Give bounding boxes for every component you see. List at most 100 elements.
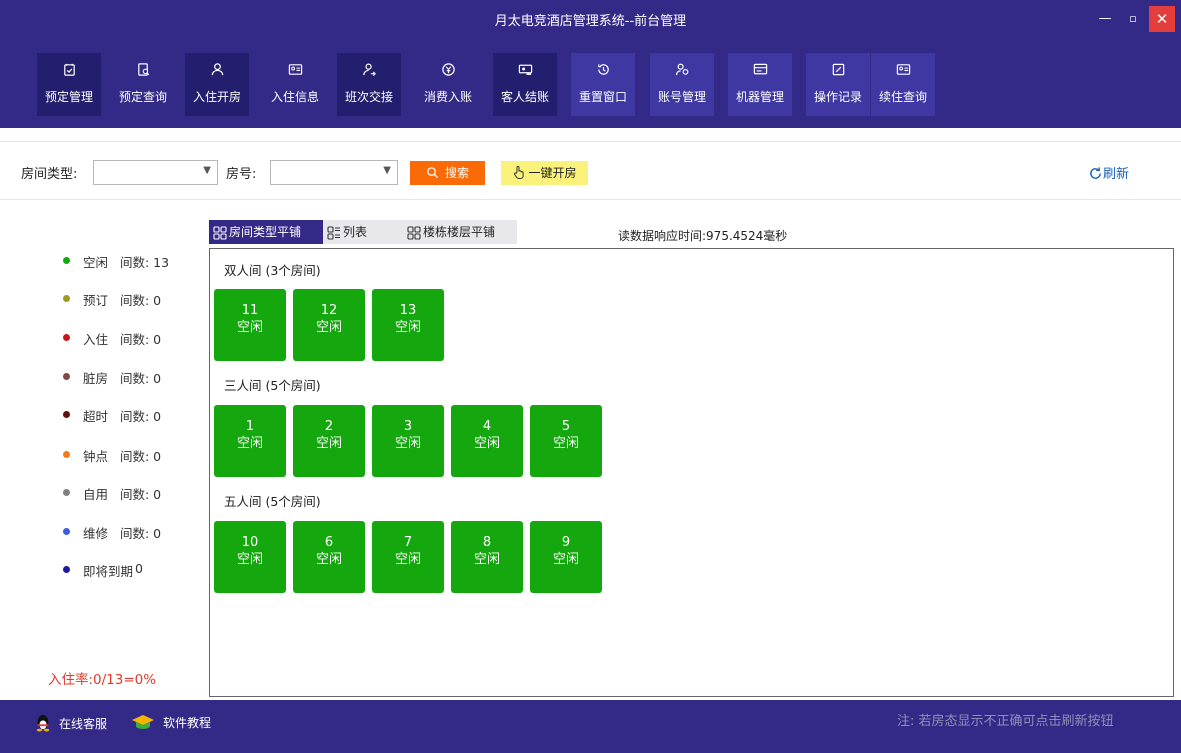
toolbar-guest-checkout-button[interactable]: 客人结账 — [493, 53, 557, 116]
tab-label: 房间类型平铺 — [229, 225, 302, 239]
users-icon — [650, 62, 714, 82]
hand-pointer-icon — [514, 166, 525, 180]
online-service-link[interactable]: 在线客服 — [35, 714, 107, 735]
status-expiring: 即将到期 0 — [55, 561, 215, 581]
toolbar-checkin-info-button[interactable]: 入住信息 — [263, 53, 327, 116]
room-tile[interactable]: 10 空闲 — [214, 521, 286, 593]
toolbar-reservation-manage-button[interactable]: 预定管理 — [37, 53, 101, 116]
calendar-check-icon — [37, 62, 101, 82]
tab-building-floor-tile[interactable]: 楼栋楼层平铺 — [397, 220, 517, 244]
person-icon — [185, 62, 249, 82]
handover-icon — [337, 62, 401, 82]
room-group-title: 五人间 (5个房间) — [224, 494, 321, 509]
status-dot — [63, 566, 70, 573]
tab-label: 楼栋楼层平铺 — [423, 225, 496, 239]
status-dot — [63, 528, 70, 535]
toolbar-operation-log-button[interactable]: 操作记录 — [806, 53, 870, 116]
room-group-title: 三人间 (5个房间) — [224, 378, 321, 393]
main-toolbar: 预定管理 预定查询 入住开房 入住信息 班次交接 消费入账 客人结账 重置窗口 … — [0, 38, 1181, 128]
id-card-icon — [263, 62, 327, 82]
graduation-cap-icon — [131, 714, 155, 733]
room-tile[interactable]: 4 空闲 — [451, 405, 523, 477]
room-type-select[interactable]: ▼ — [93, 160, 218, 185]
toolbar-label: 客人结账 — [500, 90, 549, 104]
toolbar-account-manage-button[interactable]: 账号管理 — [650, 53, 714, 116]
search-button-label: 搜索 — [444, 166, 469, 180]
toolbar-machine-manage-button[interactable]: 机器管理 — [728, 53, 792, 116]
status-dot — [63, 411, 70, 418]
qq-penguin-icon — [35, 714, 51, 735]
room-tile[interactable]: 2 空闲 — [293, 405, 365, 477]
search-doc-icon — [111, 62, 175, 82]
quick-open-room-button[interactable]: 一键开房 — [501, 161, 588, 185]
tutorial-link[interactable]: 软件教程 — [131, 714, 211, 733]
room-tile[interactable]: 13 空闲 — [372, 289, 444, 361]
status-maintenance: 维修 间数: 0 — [55, 523, 215, 543]
read-response-time: 读数据响应时间:975.4524毫秒 — [618, 229, 788, 243]
toolbar-label: 消费入账 — [423, 90, 472, 104]
status-self-use: 自用 间数: 0 — [55, 484, 215, 504]
maximize-button[interactable]: ▫ — [1120, 6, 1146, 32]
toolbar-label: 重置窗口 — [578, 90, 627, 104]
room-group-title: 双人间 (3个房间) — [224, 263, 321, 278]
toolbar-reset-window-button[interactable]: 重置窗口 — [571, 53, 635, 116]
tab-label: 列表 — [343, 225, 368, 239]
status-occupied: 入住 间数: 0 — [55, 329, 215, 349]
monitor-icon — [728, 62, 792, 82]
toolbar-checkin-button[interactable]: 入住开房 — [185, 53, 249, 116]
status-dot — [63, 257, 70, 264]
footer-note: 注: 若房态显示不正确可点击刷新按钮 — [897, 714, 1114, 729]
footer-bar: 在线客服 软件教程 注: 若房态显示不正确可点击刷新按钮 — [0, 700, 1181, 753]
search-icon — [427, 167, 439, 179]
chevron-down-icon: ▼ — [383, 165, 391, 176]
list-icon — [327, 225, 340, 240]
title-bar: 月太电竞酒店管理系统--前台管理 — ▫ ✕ — [0, 0, 1181, 38]
toolbar-label: 操作记录 — [813, 90, 862, 104]
refresh-button[interactable]: 刷新 — [1088, 163, 1129, 182]
room-type-label: 房间类型: — [21, 167, 78, 182]
minimize-button[interactable]: — — [1092, 6, 1118, 32]
room-tile[interactable]: 5 空闲 — [530, 405, 602, 477]
edit-log-icon — [806, 62, 870, 82]
status-dot — [63, 451, 70, 458]
quick-open-label: 一键开房 — [528, 166, 577, 180]
room-tile[interactable]: 1 空闲 — [214, 405, 286, 477]
refresh-icon — [1090, 167, 1101, 179]
toolbar-label: 机器管理 — [735, 90, 784, 104]
toolbar-label: 账号管理 — [657, 90, 706, 104]
room-tile[interactable]: 7 空闲 — [372, 521, 444, 593]
status-dirty: 脏房 间数: 0 — [55, 368, 215, 388]
toolbar-shift-handover-button[interactable]: 班次交接 — [337, 53, 401, 116]
filter-bar: 房间类型: ▼ 房号: ▼ 搜索 一键开房 刷新 — [0, 142, 1181, 200]
room-tile[interactable]: 9 空闲 — [530, 521, 602, 593]
room-tile[interactable]: 6 空闲 — [293, 521, 365, 593]
toolbar-consumption-button[interactable]: 消费入账 — [416, 53, 480, 116]
chevron-down-icon: ▼ — [203, 165, 211, 176]
tab-room-type-tile[interactable]: 房间类型平铺 — [209, 220, 323, 244]
toolbar-reservation-query-button[interactable]: 预定查询 — [111, 53, 175, 116]
toolbar-label: 预定管理 — [44, 90, 93, 104]
status-dot — [63, 295, 70, 302]
status-dot — [63, 373, 70, 380]
grid-icon — [407, 225, 421, 240]
rooms-panel: 双人间 (3个房间) 11 空闲 12 空闲 13 空闲 三人间 (5个房间) 1 空闲… — [209, 248, 1174, 697]
room-tile[interactable]: 3 空闲 — [372, 405, 444, 477]
id-card-search-icon — [871, 62, 935, 82]
toolbar-extend-stay-query-button[interactable]: 续住查询 — [871, 53, 935, 116]
occupancy-rate: 入住率:0/13=0% — [48, 672, 157, 688]
tab-list[interactable]: 列表 — [323, 220, 397, 244]
room-tile[interactable]: 11 空闲 — [214, 289, 286, 361]
status-dot — [63, 334, 70, 341]
toolbar-label: 班次交接 — [344, 90, 393, 104]
toolbar-label: 预定查询 — [118, 90, 167, 104]
yen-circle-icon — [416, 62, 480, 82]
search-button[interactable]: 搜索 — [410, 161, 485, 185]
toolbar-divider — [0, 128, 1181, 142]
tutorial-label: 软件教程 — [163, 716, 212, 730]
room-tile[interactable]: 8 空闲 — [451, 521, 523, 593]
room-number-select[interactable]: ▼ — [270, 160, 398, 185]
status-hourly: 钟点 间数: 0 — [55, 446, 215, 466]
room-tile[interactable]: 12 空闲 — [293, 289, 365, 361]
status-free: 空闲 间数: 13 — [55, 252, 215, 272]
close-button[interactable]: ✕ — [1149, 6, 1175, 32]
